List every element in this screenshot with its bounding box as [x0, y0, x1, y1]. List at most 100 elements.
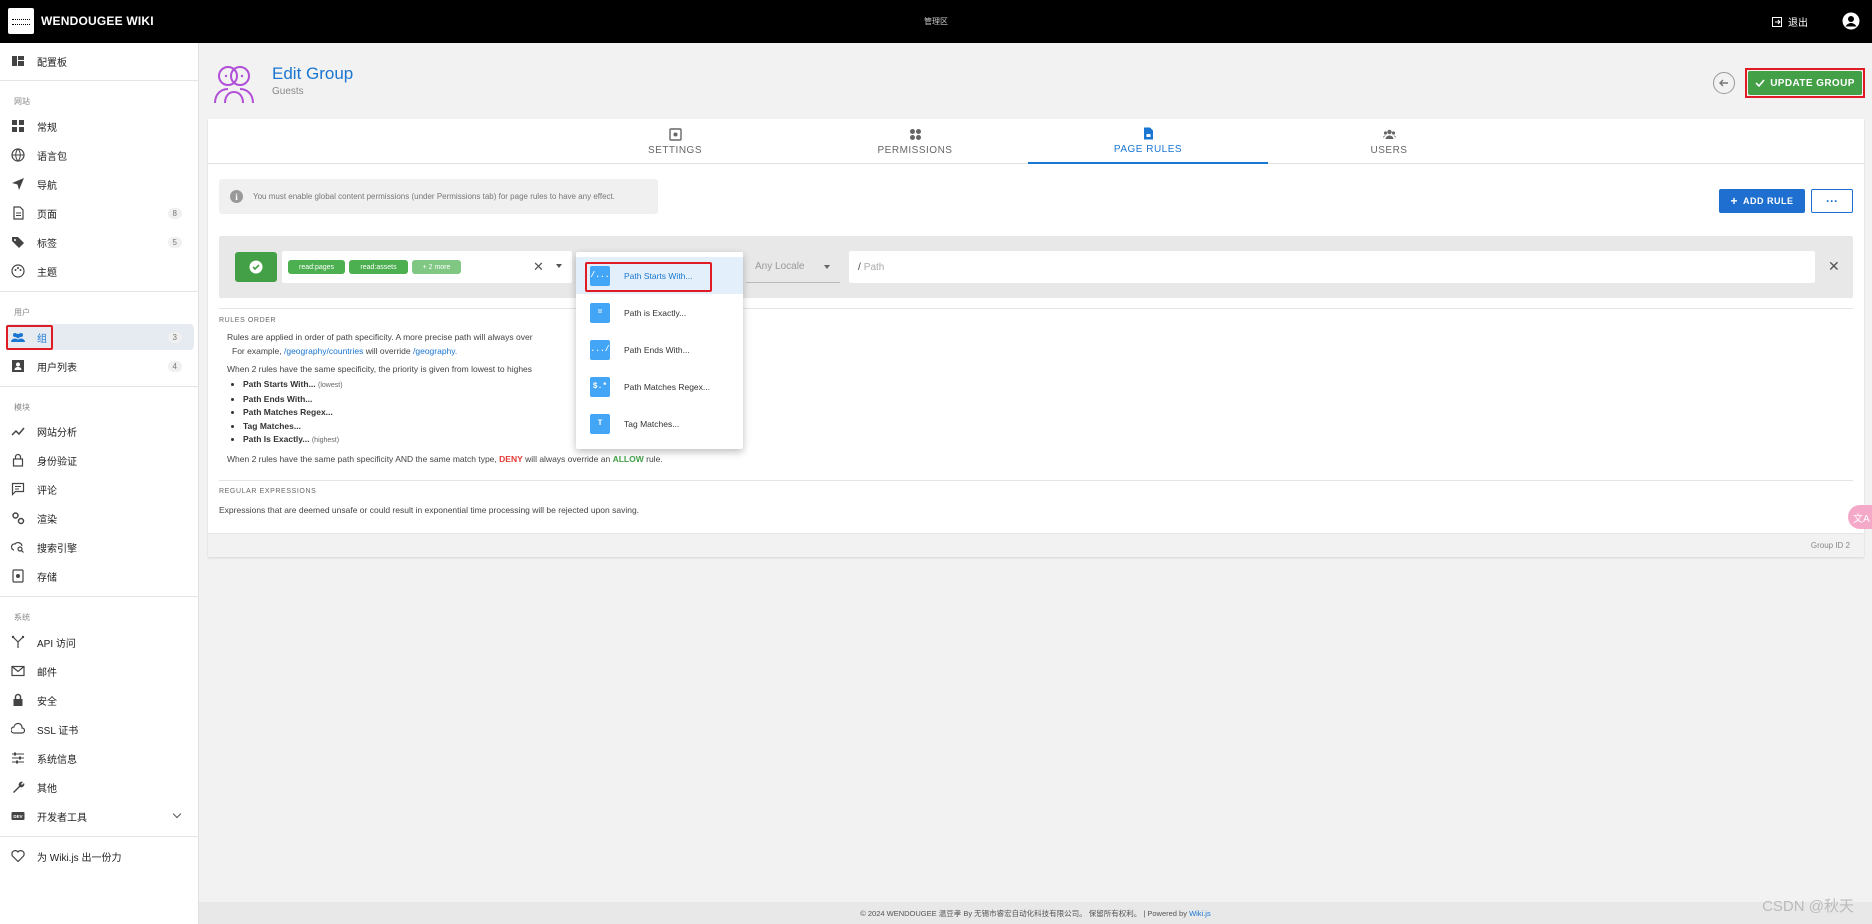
chip-more: + 2 more — [412, 260, 461, 274]
file-lock-icon — [1143, 127, 1153, 139]
rules-order-section: RULES ORDER Rules are applied in order o… — [219, 317, 1853, 466]
sidebar-item-mail[interactable]: 邮件 — [6, 658, 194, 684]
page-subtitle: Guests — [272, 86, 304, 97]
chevron-down-icon[interactable] — [172, 809, 182, 819]
sidebar-item-security[interactable]: 安全 — [6, 687, 194, 713]
sidebar-item-tags[interactable]: 标签 5 — [6, 229, 194, 255]
group-card: SETTINGS PERMISSIONS PAGE RULES USERS i … — [208, 119, 1864, 557]
tag-letter-icon: T — [590, 413, 610, 434]
permissions-select[interactable]: read:pages read:assets + 2 more ✕ — [282, 251, 572, 283]
caret-down-icon — [824, 265, 830, 269]
regex-icon: $.* — [590, 376, 610, 397]
cloud-search-icon — [11, 540, 25, 554]
palette-icon — [11, 264, 25, 278]
sidebar-item-comments[interactable]: 评论 — [6, 476, 194, 502]
sidebar-item-rendering[interactable]: 渲染 — [6, 505, 194, 531]
locale-select[interactable]: Any Locale — [746, 251, 840, 283]
security-lock-icon — [11, 693, 25, 707]
equals-icon: = — [590, 302, 610, 323]
tab-settings[interactable]: SETTINGS — [555, 119, 795, 164]
page-title: Edit Group — [272, 64, 354, 83]
check-circle-icon — [249, 260, 263, 274]
info-icon: i — [230, 190, 243, 203]
regex-section: REGULAR EXPRESSIONS Expressions that are… — [219, 488, 640, 515]
dev-icon: DEV — [11, 809, 25, 823]
tab-page-rules[interactable]: PAGE RULES — [1028, 119, 1268, 164]
tab-users[interactable]: USERS — [1269, 119, 1509, 164]
logout-button[interactable]: 退出 — [1772, 14, 1808, 29]
heart-icon — [11, 849, 25, 863]
account-icon[interactable] — [1842, 12, 1860, 30]
path-input[interactable]: / Path — [849, 251, 1815, 283]
section-modules: 模块 — [14, 403, 30, 412]
group-id-footer: Group ID 2 — [208, 533, 1864, 557]
dashboard-icon — [11, 54, 25, 68]
lock-icon — [11, 453, 25, 467]
add-rule-button[interactable]: + ADD RULE — [1719, 189, 1805, 213]
path-ends-icon: .../ — [590, 339, 610, 360]
plus-icon: + — [1730, 194, 1738, 208]
menu-item-path-exactly[interactable]: = Path is Exactly... — [576, 294, 743, 331]
more-options-button[interactable]: ··· — [1811, 189, 1853, 213]
sidebar-item-analytics[interactable]: 网站分析 — [6, 418, 194, 444]
menu-item-tag-matches[interactable]: T Tag Matches... — [576, 405, 743, 442]
comment-icon — [11, 482, 25, 496]
translate-icon: 文A — [1853, 513, 1870, 525]
sidebar: 配置板 网站 常规 语言包 导航 页面 8 标签 5 主题 用户 组 3 用户列… — [0, 43, 199, 924]
wrench-icon — [11, 780, 25, 794]
sidebar-item-theme[interactable]: 主题 — [6, 258, 194, 284]
sidebar-item-general[interactable]: 常规 — [6, 113, 194, 139]
tab-permissions[interactable]: PERMISSIONS — [795, 119, 1035, 164]
translate-float-button[interactable]: 文A — [1848, 505, 1872, 529]
sidebar-item-utilities[interactable]: 其他 — [6, 774, 194, 800]
allow-toggle-button[interactable] — [235, 252, 277, 282]
chart-line-icon — [11, 424, 25, 438]
sidebar-item-dev-tools[interactable]: DEV 开发者工具 — [6, 803, 194, 829]
sidebar-item-pages[interactable]: 页面 8 — [6, 200, 194, 226]
sidebar-item-system-info[interactable]: 系统信息 — [6, 745, 194, 771]
api-icon — [11, 635, 25, 649]
wikijs-link[interactable]: Wiki.js — [1189, 909, 1211, 918]
sidebar-item-locale[interactable]: 语言包 — [6, 142, 194, 168]
sidebar-item-storage[interactable]: 存储 — [6, 563, 194, 589]
admin-center-label: 管理区 — [924, 17, 948, 26]
back-button[interactable] — [1713, 72, 1735, 94]
sidebar-item-search[interactable]: 搜索引擎 — [6, 534, 194, 560]
dots-horizontal-icon: ··· — [1826, 194, 1838, 208]
sidebar-item-api[interactable]: API 访问 — [6, 629, 194, 655]
sidebar-item-users[interactable]: 用户列表 4 — [6, 353, 194, 379]
menu-item-path-regex[interactable]: $.* Path Matches Regex... — [576, 368, 743, 405]
info-alert: i You must enable global content permiss… — [219, 179, 658, 214]
cogs-icon — [11, 511, 25, 525]
sidebar-item-ssl[interactable]: SSL 证书 — [6, 716, 194, 742]
globe-icon — [11, 148, 25, 162]
page-footer: © 2024 WENDOUGEE 温豆孝 By 无锡市睿宏自动化科技有限公司。 … — [199, 902, 1872, 924]
clear-icon[interactable]: ✕ — [533, 259, 544, 275]
section-system: 系统 — [14, 613, 30, 622]
highlight-update-group — [1745, 68, 1865, 98]
delete-rule-icon[interactable]: ✕ — [1828, 258, 1840, 275]
svg-text:DEV: DEV — [13, 814, 22, 819]
caret-down-icon[interactable] — [556, 264, 562, 268]
mail-icon — [11, 664, 25, 678]
sidebar-item-contribute[interactable]: 为 Wiki.js 出一份力 — [6, 843, 194, 869]
grid-icon — [11, 119, 25, 133]
page-icon — [11, 206, 25, 220]
chip-read-pages: read:pages — [288, 260, 345, 274]
watermark: CSDN @秋天 — [1762, 898, 1854, 915]
highlight-path-starts-with — [585, 262, 712, 292]
arrow-left-icon — [1719, 79, 1728, 87]
menu-item-path-ends-with[interactable]: .../ Path Ends With... — [576, 331, 743, 368]
sidebar-item-dashboard[interactable]: 配置板 — [6, 48, 194, 74]
sidebar-item-navigation[interactable]: 导航 — [6, 171, 194, 197]
group-avatar-icon — [214, 66, 254, 104]
sliders-icon — [11, 751, 25, 765]
tag-icon — [11, 235, 25, 249]
top-bar: WENDOUGEE WIKI 管理区 退出 — [0, 0, 1872, 43]
storage-icon — [11, 569, 25, 583]
rule-row: read:pages read:assets + 2 more ✕ Any Lo… — [219, 236, 1853, 298]
highlight-groups — [6, 325, 53, 350]
sidebar-item-auth[interactable]: 身份验证 — [6, 447, 194, 473]
section-users: 用户 — [14, 308, 30, 317]
chip-read-assets: read:assets — [349, 260, 408, 274]
